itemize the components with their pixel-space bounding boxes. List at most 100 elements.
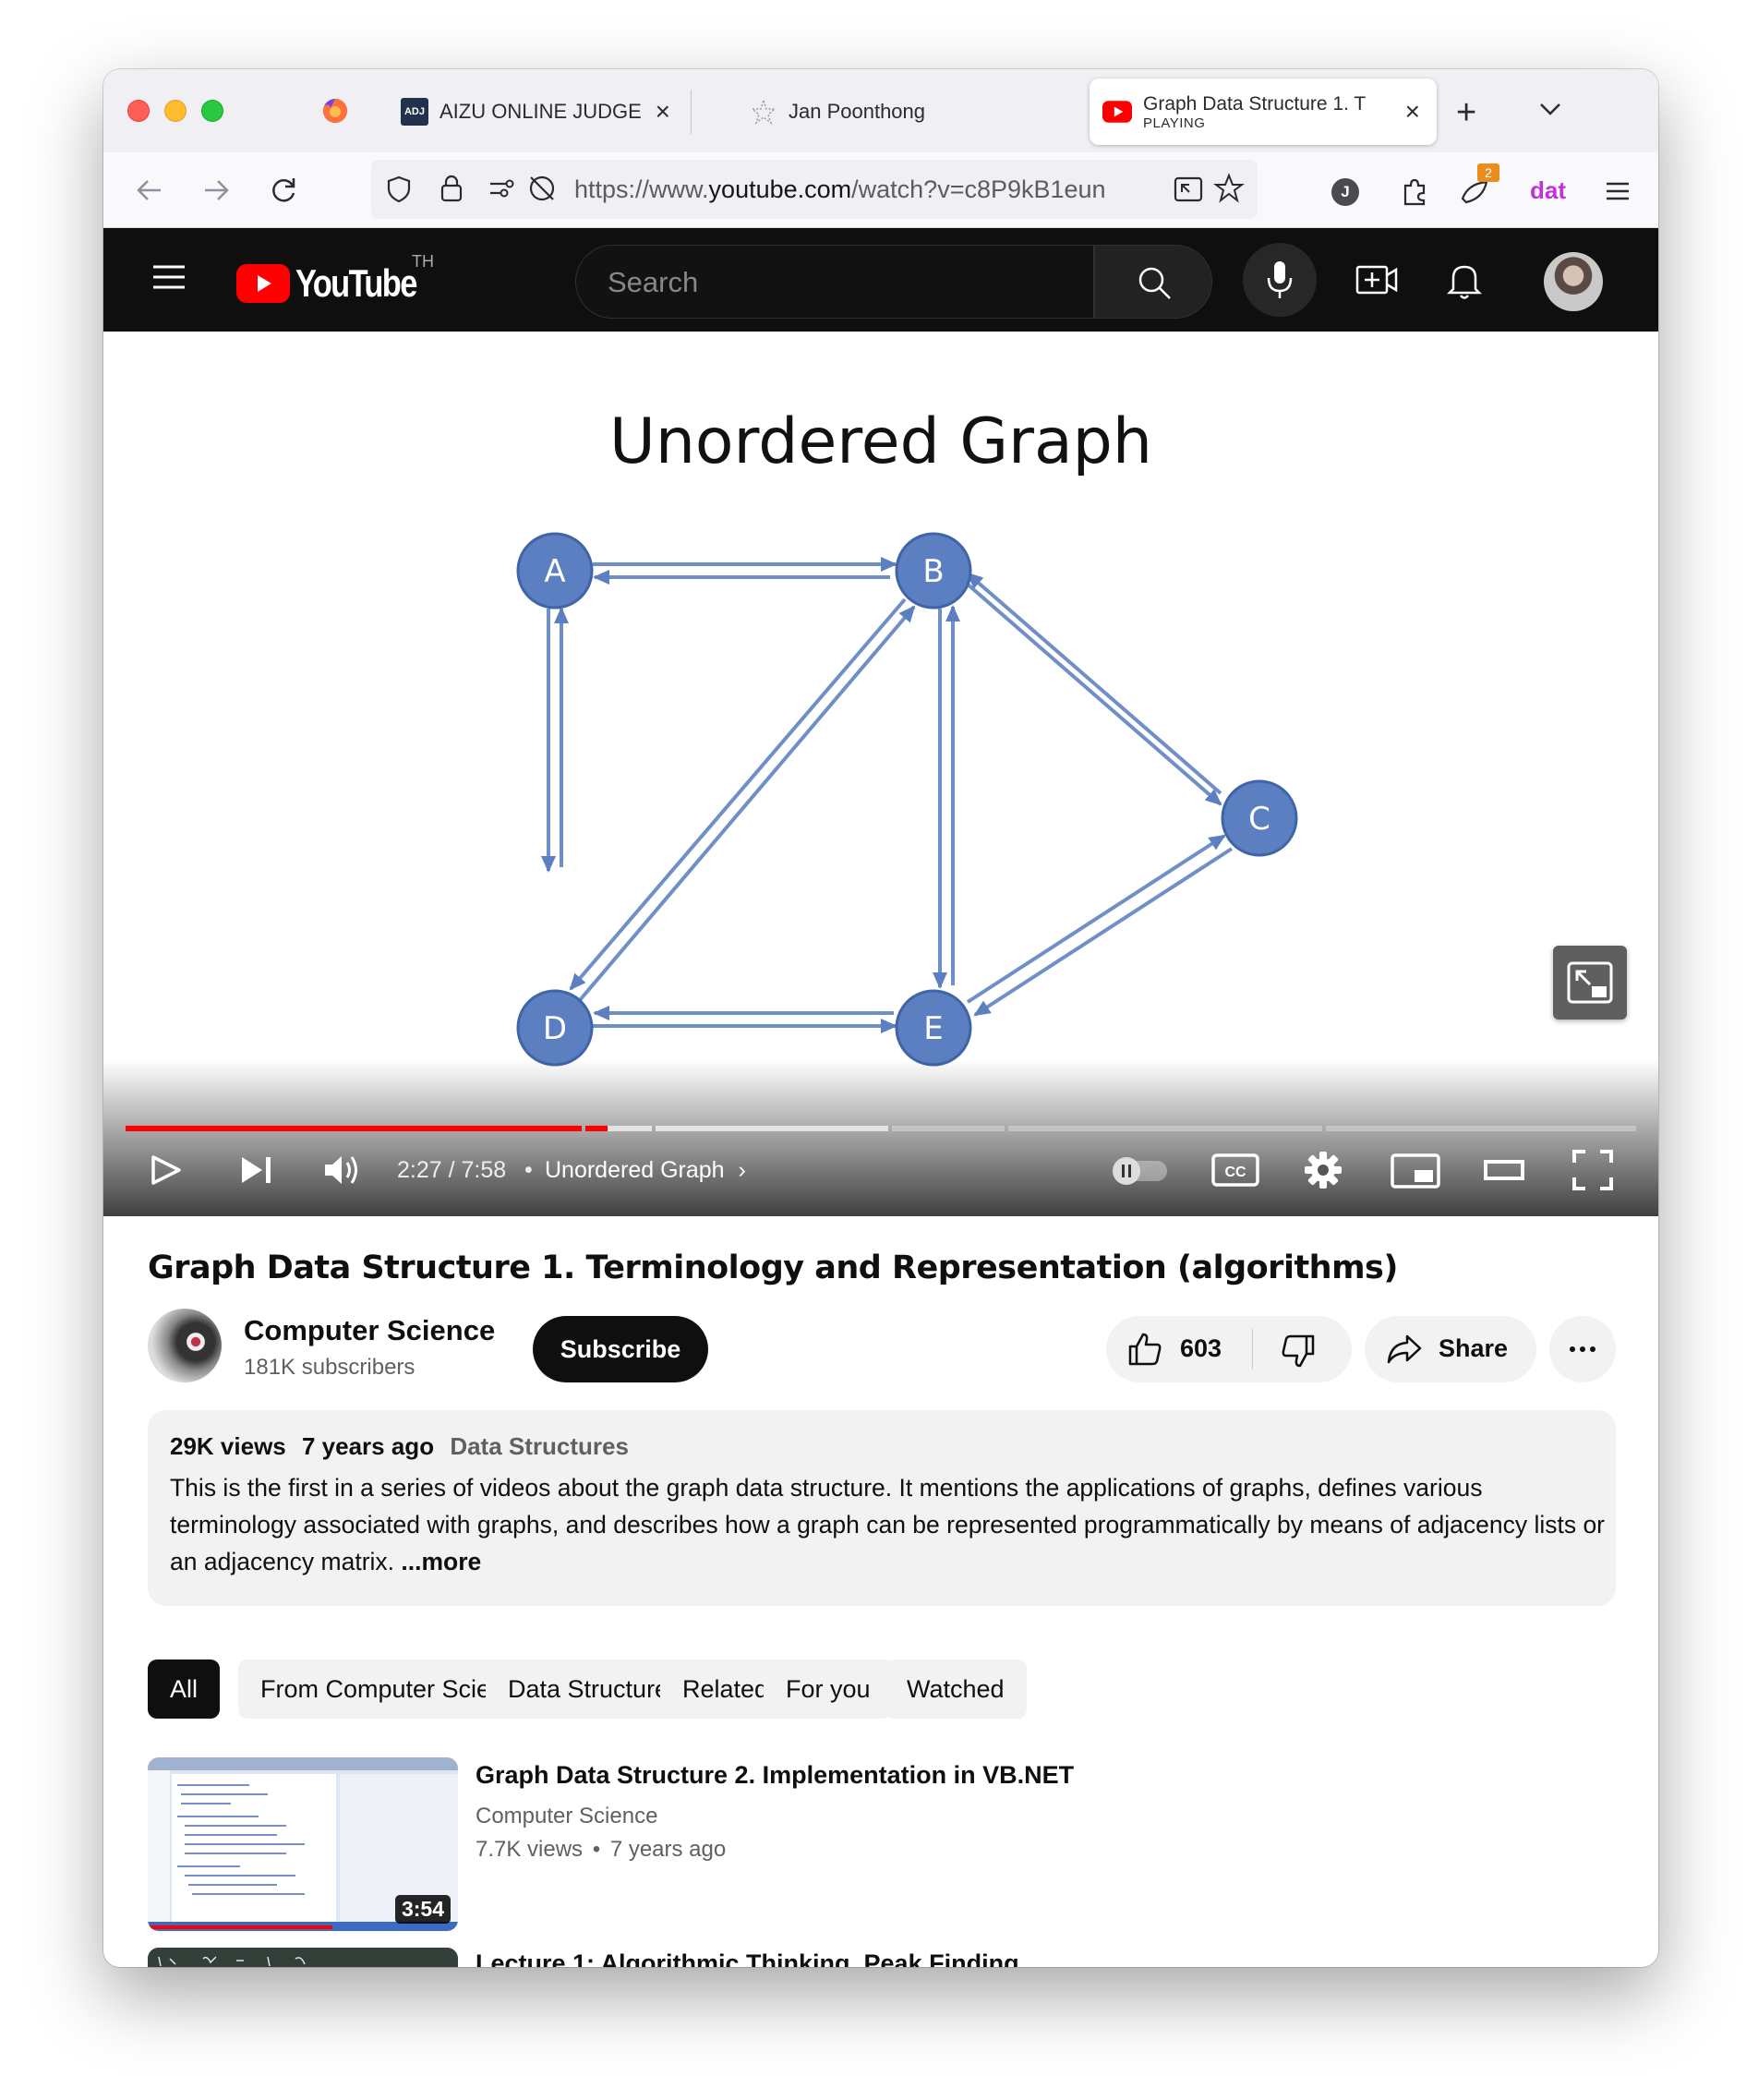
autoplay-toggle[interactable]: [1108, 1142, 1173, 1198]
recommendation-title[interactable]: Graph Data Structure 2. Implementation i…: [476, 1761, 1122, 1790]
tab-divider: [691, 90, 692, 134]
hamburger-menu-icon[interactable]: [1601, 175, 1634, 208]
create-video-icon[interactable]: [1355, 261, 1398, 298]
user-avatar[interactable]: [1544, 252, 1603, 311]
progress-segment[interactable]: [1008, 1126, 1322, 1131]
youtube-favicon-icon: [1102, 101, 1132, 123]
edge-b-c-arrow: [964, 581, 1222, 806]
guide-menu-icon[interactable]: [151, 263, 187, 291]
chip-all[interactable]: All: [148, 1659, 221, 1719]
duration-badge: 3:54: [394, 1895, 451, 1924]
fullscreen-icon[interactable]: [1571, 1142, 1614, 1198]
settings-gear-icon[interactable]: [1302, 1142, 1344, 1198]
extensions-puzzle-icon[interactable]: [1398, 175, 1431, 208]
reload-icon[interactable]: [266, 173, 301, 208]
close-tab-icon[interactable]: ×: [656, 99, 670, 125]
notifications-bell-icon[interactable]: [1446, 259, 1483, 300]
tab-youtube-active[interactable]: Graph Data Structure 1. T PLAYING ×: [1090, 78, 1437, 145]
dat-extension-icon[interactable]: dat: [1530, 176, 1566, 205]
extension-badge: 2: [1477, 163, 1499, 182]
maximize-window-button[interactable]: [201, 100, 223, 122]
back-arrow-icon[interactable]: [131, 173, 166, 208]
url-bar[interactable]: https://www.youtube.com/watch?v=c8P9kB1e…: [371, 160, 1258, 219]
forward-arrow-icon[interactable]: [199, 173, 235, 208]
progress-segment[interactable]: [585, 1126, 652, 1131]
upload-age: 7 years ago: [301, 1432, 435, 1460]
play-icon[interactable]: [148, 1142, 185, 1198]
more-actions-button[interactable]: [1549, 1316, 1616, 1382]
share-label: Share: [1439, 1334, 1509, 1362]
url-prefix: https://www.: [574, 175, 709, 203]
volume-icon[interactable]: [323, 1142, 364, 1198]
node-e-label: E: [923, 1010, 943, 1047]
thumbs-up-icon[interactable]: [1126, 1331, 1163, 1368]
buffered-fill: [656, 1126, 888, 1131]
progress-segment[interactable]: [892, 1126, 1005, 1131]
bookmark-star-icon[interactable]: [1213, 173, 1245, 204]
shield-icon[interactable]: [384, 175, 414, 204]
chalkboard-thumbnail: [148, 1948, 458, 1967]
aizu-favicon: ADJ: [401, 98, 428, 126]
video-thumbnail[interactable]: [148, 1948, 458, 1967]
url-text[interactable]: https://www.youtube.com/watch?v=c8P9kB1e…: [574, 175, 1165, 204]
description-meta: 29K views 7 years ago Data Structures: [170, 1432, 629, 1461]
node-b-label: B: [922, 553, 944, 590]
next-video-icon[interactable]: [238, 1142, 275, 1198]
show-more-link[interactable]: ...more: [401, 1548, 481, 1575]
playlist-tag-link[interactable]: Data Structures: [450, 1432, 629, 1460]
description-box[interactable]: 29K views 7 years ago Data Structures Th…: [148, 1410, 1616, 1606]
progress-segment[interactable]: [1326, 1126, 1636, 1131]
new-tab-button[interactable]: +: [1456, 93, 1476, 133]
video-thumbnail[interactable]: 3:54: [148, 1757, 458, 1931]
firefox-icon[interactable]: [321, 97, 349, 125]
tab-aizu[interactable]: ADJ AIZU ONLINE JUDGE ×: [401, 78, 687, 145]
chip-for-you[interactable]: For you: [764, 1659, 893, 1719]
theater-mode-icon[interactable]: [1483, 1142, 1525, 1198]
search-button[interactable]: [1094, 245, 1212, 319]
recommendation-channel[interactable]: Computer Science: [476, 1804, 657, 1829]
description-text: This is the first in a series of videos …: [170, 1469, 1610, 1580]
thumbs-down-icon[interactable]: [1280, 1333, 1317, 1370]
node-c-label: C: [1248, 801, 1270, 838]
chip-watched[interactable]: Watched: [885, 1659, 1027, 1719]
tab-strip: ADJ AIZU ONLINE JUDGE × Jan Poonthong × …: [103, 69, 1658, 152]
browser-window: ADJ AIZU ONLINE JUDGE × Jan Poonthong × …: [103, 69, 1658, 1967]
miniplayer-icon[interactable]: [1391, 1142, 1440, 1198]
autoplay-blocked-icon[interactable]: [526, 173, 558, 204]
edge-b-d-arrow: [569, 597, 907, 991]
search-input[interactable]: Search: [575, 245, 1094, 319]
recommendation-item[interactable]: Lecture 1: Algorithmic Thinking, Peak Fi…: [148, 1948, 1256, 1967]
view-count: 29K views: [170, 1432, 286, 1460]
progress-bar[interactable]: [126, 1126, 1636, 1131]
share-button[interactable]: Share: [1365, 1316, 1536, 1382]
share-arrow-icon: [1387, 1334, 1422, 1364]
channel-avatar[interactable]: [148, 1309, 222, 1382]
edge-c-e-arrow: [973, 847, 1234, 1017]
chevron-down-icon[interactable]: [1536, 95, 1564, 123]
node-d-label: D: [543, 1010, 567, 1047]
close-window-button[interactable]: [127, 100, 150, 122]
closed-captions-icon[interactable]: CC: [1211, 1142, 1259, 1198]
account-avatar[interactable]: J: [1331, 178, 1359, 206]
recommendation-item[interactable]: 3:54 Graph Data Structure 2. Implementat…: [148, 1757, 1256, 1933]
progress-segment[interactable]: [656, 1126, 888, 1131]
like-dislike-group: 603: [1106, 1316, 1352, 1382]
recommendation-title[interactable]: Lecture 1: Algorithmic Thinking, Peak Fi…: [476, 1949, 1122, 1967]
permissions-icon[interactable]: [488, 175, 517, 202]
close-tab-icon[interactable]: ×: [1405, 99, 1420, 125]
channel-name[interactable]: Computer Science: [244, 1314, 495, 1347]
microphone-icon: [1267, 261, 1293, 298]
picture-in-picture-icon[interactable]: [1173, 175, 1204, 204]
minimize-window-button[interactable]: [164, 100, 187, 122]
chapter-title[interactable]: Unordered Graph ›: [545, 1157, 746, 1184]
voice-search-button[interactable]: [1243, 243, 1317, 317]
subscribe-button[interactable]: Subscribe: [533, 1316, 708, 1382]
like-count[interactable]: 603: [1180, 1334, 1222, 1363]
pill-divider: [1252, 1329, 1253, 1370]
lock-icon[interactable]: [438, 173, 465, 204]
progress-segment[interactable]: [126, 1126, 582, 1131]
description-body: This is the first in a series of videos …: [170, 1474, 1606, 1575]
miniplayer-button[interactable]: [1553, 946, 1627, 1020]
video-player[interactable]: Unordered Graph A B C D E 2:27 / 7:58 • …: [103, 332, 1658, 1216]
more-horizontal-icon: [1570, 1346, 1595, 1352]
